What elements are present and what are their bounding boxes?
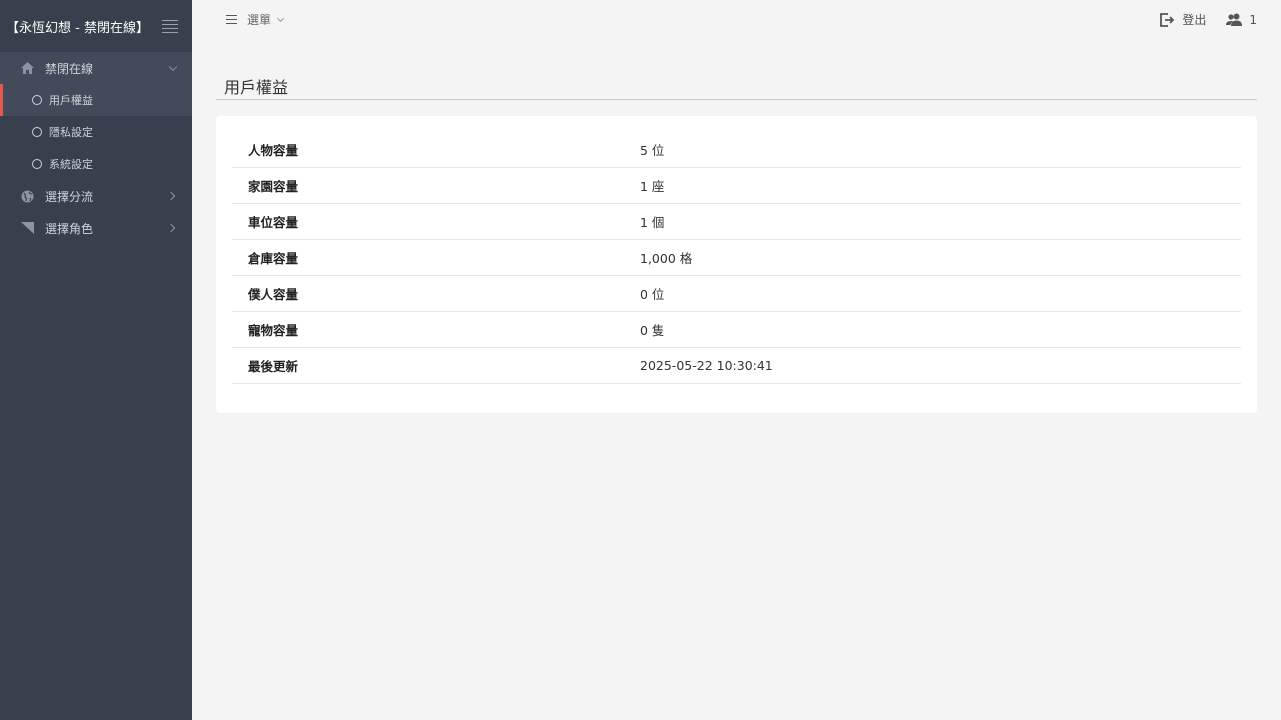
chevron-down-icon (168, 62, 178, 72)
page-title: 用戶權益 (224, 78, 289, 97)
sidebar-toggle-icon[interactable] (162, 19, 178, 33)
row-value: 2025-05-22 10:30:41 (640, 358, 773, 373)
sidebar-item-label: 用戶權益 (49, 94, 93, 107)
globe-icon (20, 189, 34, 203)
menu-dropdown-button[interactable]: 選單 (226, 11, 285, 28)
menu-icon (226, 15, 237, 24)
brand-title: 【永恆幻想 - 禁閉在線】 (6, 20, 149, 36)
row-value: 1 個 (640, 215, 665, 230)
row-label: 家園容量 (248, 179, 299, 194)
top-right-actions: 登出 1 (1160, 11, 1257, 28)
row-value: 0 隻 (640, 323, 665, 338)
chevron-right-icon (166, 191, 176, 201)
home-icon (20, 61, 34, 75)
logout-label: 登出 (1182, 13, 1207, 27)
row-label: 僕人容量 (248, 287, 299, 302)
sidebar-nav: 禁閉在線 用戶權益 隱私設定 系統設定 選擇分流 選擇角色 (0, 52, 192, 244)
menu-label: 選單 (247, 13, 272, 27)
row-label: 寵物容量 (248, 323, 299, 338)
sidebar-item-user-rights[interactable]: 用戶權益 (0, 84, 192, 116)
sidebar-item-label: 系統設定 (49, 158, 93, 171)
user-rights-card: 人物容量 5 位 家園容量 1 座 車位容量 1 個 倉庫容量 1,000 格 … (216, 116, 1257, 413)
sidebar-group-lockdown[interactable]: 禁閉在線 (0, 52, 192, 84)
row-label: 倉庫容量 (248, 251, 299, 266)
title-divider (216, 99, 1257, 100)
sidebar-group-label: 選擇分流 (45, 189, 94, 204)
brand-bar: 【永恆幻想 - 禁閉在線】 (0, 0, 192, 52)
sidebar-item-privacy[interactable]: 隱私設定 (0, 116, 192, 148)
table-row: 家園容量 1 座 (232, 168, 1241, 204)
sidebar: 【永恆幻想 - 禁閉在線】 禁閉在線 用戶權益 隱私設定 系統設定 選擇分流 選… (0, 0, 192, 720)
flag-icon (20, 221, 34, 235)
sidebar-group-character[interactable]: 選擇角色 (0, 212, 192, 244)
row-value: 1 座 (640, 179, 665, 194)
chevron-right-icon (166, 223, 176, 233)
table-row: 僕人容量 0 位 (232, 276, 1241, 312)
user-rights-table: 人物容量 5 位 家園容量 1 座 車位容量 1 個 倉庫容量 1,000 格 … (232, 132, 1241, 384)
sidebar-group-server[interactable]: 選擇分流 (0, 180, 192, 212)
online-users-count: 1 (1249, 12, 1257, 27)
sidebar-group-label: 禁閉在線 (45, 61, 94, 76)
users-icon (1226, 13, 1243, 26)
row-value: 1,000 格 (640, 251, 693, 266)
table-row: 倉庫容量 1,000 格 (232, 240, 1241, 276)
table-row: 寵物容量 0 隻 (232, 312, 1241, 348)
row-label: 最後更新 (248, 359, 299, 374)
circle-icon (32, 95, 42, 105)
row-value: 0 位 (640, 287, 665, 302)
row-label: 車位容量 (248, 215, 299, 230)
online-users-button[interactable]: 1 (1226, 13, 1257, 27)
table-row: 最後更新 2025-05-22 10:30:41 (232, 348, 1241, 384)
row-value: 5 位 (640, 143, 665, 158)
sidebar-group-label: 選擇角色 (45, 221, 94, 236)
row-label: 人物容量 (248, 143, 299, 158)
sidebar-item-system[interactable]: 系統設定 (0, 148, 192, 180)
sidebar-item-label: 隱私設定 (49, 126, 93, 139)
circle-icon (32, 159, 42, 169)
chevron-down-icon (276, 14, 285, 22)
circle-icon (32, 127, 42, 137)
table-row: 車位容量 1 個 (232, 204, 1241, 240)
logout-button[interactable]: 登出 (1160, 11, 1206, 28)
logout-icon (1160, 12, 1175, 27)
table-row: 人物容量 5 位 (232, 132, 1241, 168)
top-bar: 選單 登出 1 (192, 0, 1281, 40)
